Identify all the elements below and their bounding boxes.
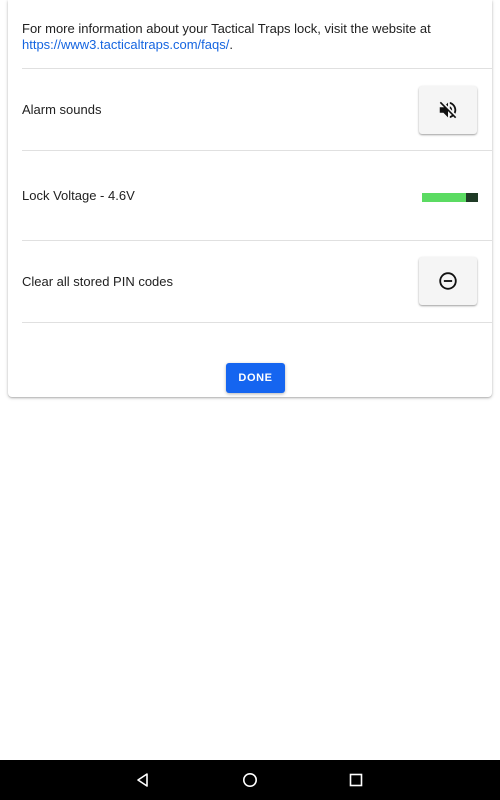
volume-off-icon bbox=[439, 101, 457, 119]
divider bbox=[22, 240, 492, 241]
home-button[interactable] bbox=[238, 768, 262, 792]
faq-link[interactable]: https://www3.tacticaltraps.com/faqs/ bbox=[22, 37, 229, 52]
clear-pins-label: Clear all stored PIN codes bbox=[22, 274, 174, 289]
done-button[interactable]: DONE bbox=[226, 363, 285, 393]
recents-button[interactable] bbox=[344, 768, 368, 792]
divider bbox=[22, 150, 492, 151]
lock-voltage-label: Lock Voltage - 4.6V bbox=[22, 188, 135, 203]
alarm-sounds-toggle-button[interactable] bbox=[419, 86, 477, 134]
info-text-after: . bbox=[229, 37, 233, 52]
clear-pins-button[interactable] bbox=[419, 257, 477, 305]
settings-screen: For more information about your Tactical… bbox=[0, 0, 500, 800]
system-navigation-bar bbox=[0, 760, 500, 800]
back-triangle-icon bbox=[137, 773, 148, 787]
home-circle-icon bbox=[243, 773, 257, 787]
divider bbox=[22, 322, 492, 323]
divider bbox=[22, 68, 492, 69]
alarm-sounds-label: Alarm sounds bbox=[22, 102, 102, 117]
recents-square-icon bbox=[349, 773, 363, 787]
voltage-level-bar bbox=[422, 193, 478, 202]
info-text: For more information about your Tactical… bbox=[22, 21, 462, 53]
voltage-level-fill bbox=[422, 193, 466, 202]
remove-circle-icon bbox=[439, 272, 457, 290]
lock-settings-card: For more information about your Tactical… bbox=[8, 0, 492, 397]
info-text-before: For more information about your Tactical… bbox=[22, 21, 431, 36]
back-button[interactable] bbox=[131, 768, 155, 792]
